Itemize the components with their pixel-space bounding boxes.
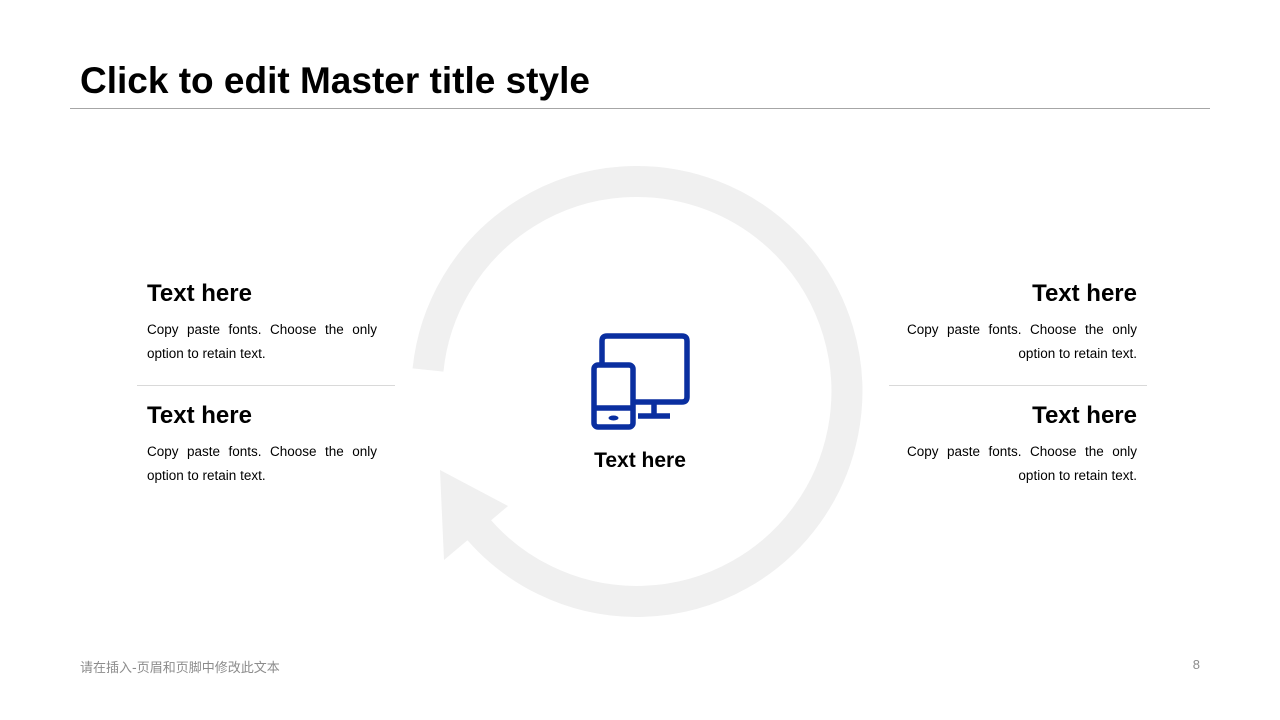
right-block-1[interactable]: Text here Copy paste fonts. Choose the o… — [907, 280, 1137, 366]
left-block-1-heading: Text here — [147, 280, 252, 307]
center-label[interactable]: Text here — [560, 449, 720, 473]
left-block-2[interactable]: Text here Copy paste fonts. Choose the o… — [147, 402, 377, 488]
footer-text[interactable]: 请在插入-页眉和页脚中修改此文本 — [80, 657, 280, 676]
right-divider — [889, 385, 1147, 386]
left-block-1[interactable]: Text here Copy paste fonts. Choose the o… — [147, 280, 377, 366]
left-divider — [137, 385, 395, 386]
right-block-2[interactable]: Text here Copy paste fonts. Choose the o… — [907, 402, 1137, 488]
page-number: 8 — [1192, 657, 1200, 672]
left-block-2-heading: Text here — [147, 402, 252, 429]
slide: Click to edit Master title style Text he… — [0, 0, 1280, 720]
right-block-1-body: Copy paste fonts. Choose the only option… — [907, 322, 1137, 361]
right-block-2-heading: Text here — [1032, 402, 1137, 429]
right-block-1-heading: Text here — [1032, 280, 1137, 307]
right-block-2-body: Copy paste fonts. Choose the only option… — [907, 444, 1137, 483]
left-block-1-body: Copy paste fonts. Choose the only option… — [147, 322, 377, 361]
devices-icon — [591, 333, 690, 430]
left-block-2-body: Copy paste fonts. Choose the only option… — [147, 444, 377, 483]
